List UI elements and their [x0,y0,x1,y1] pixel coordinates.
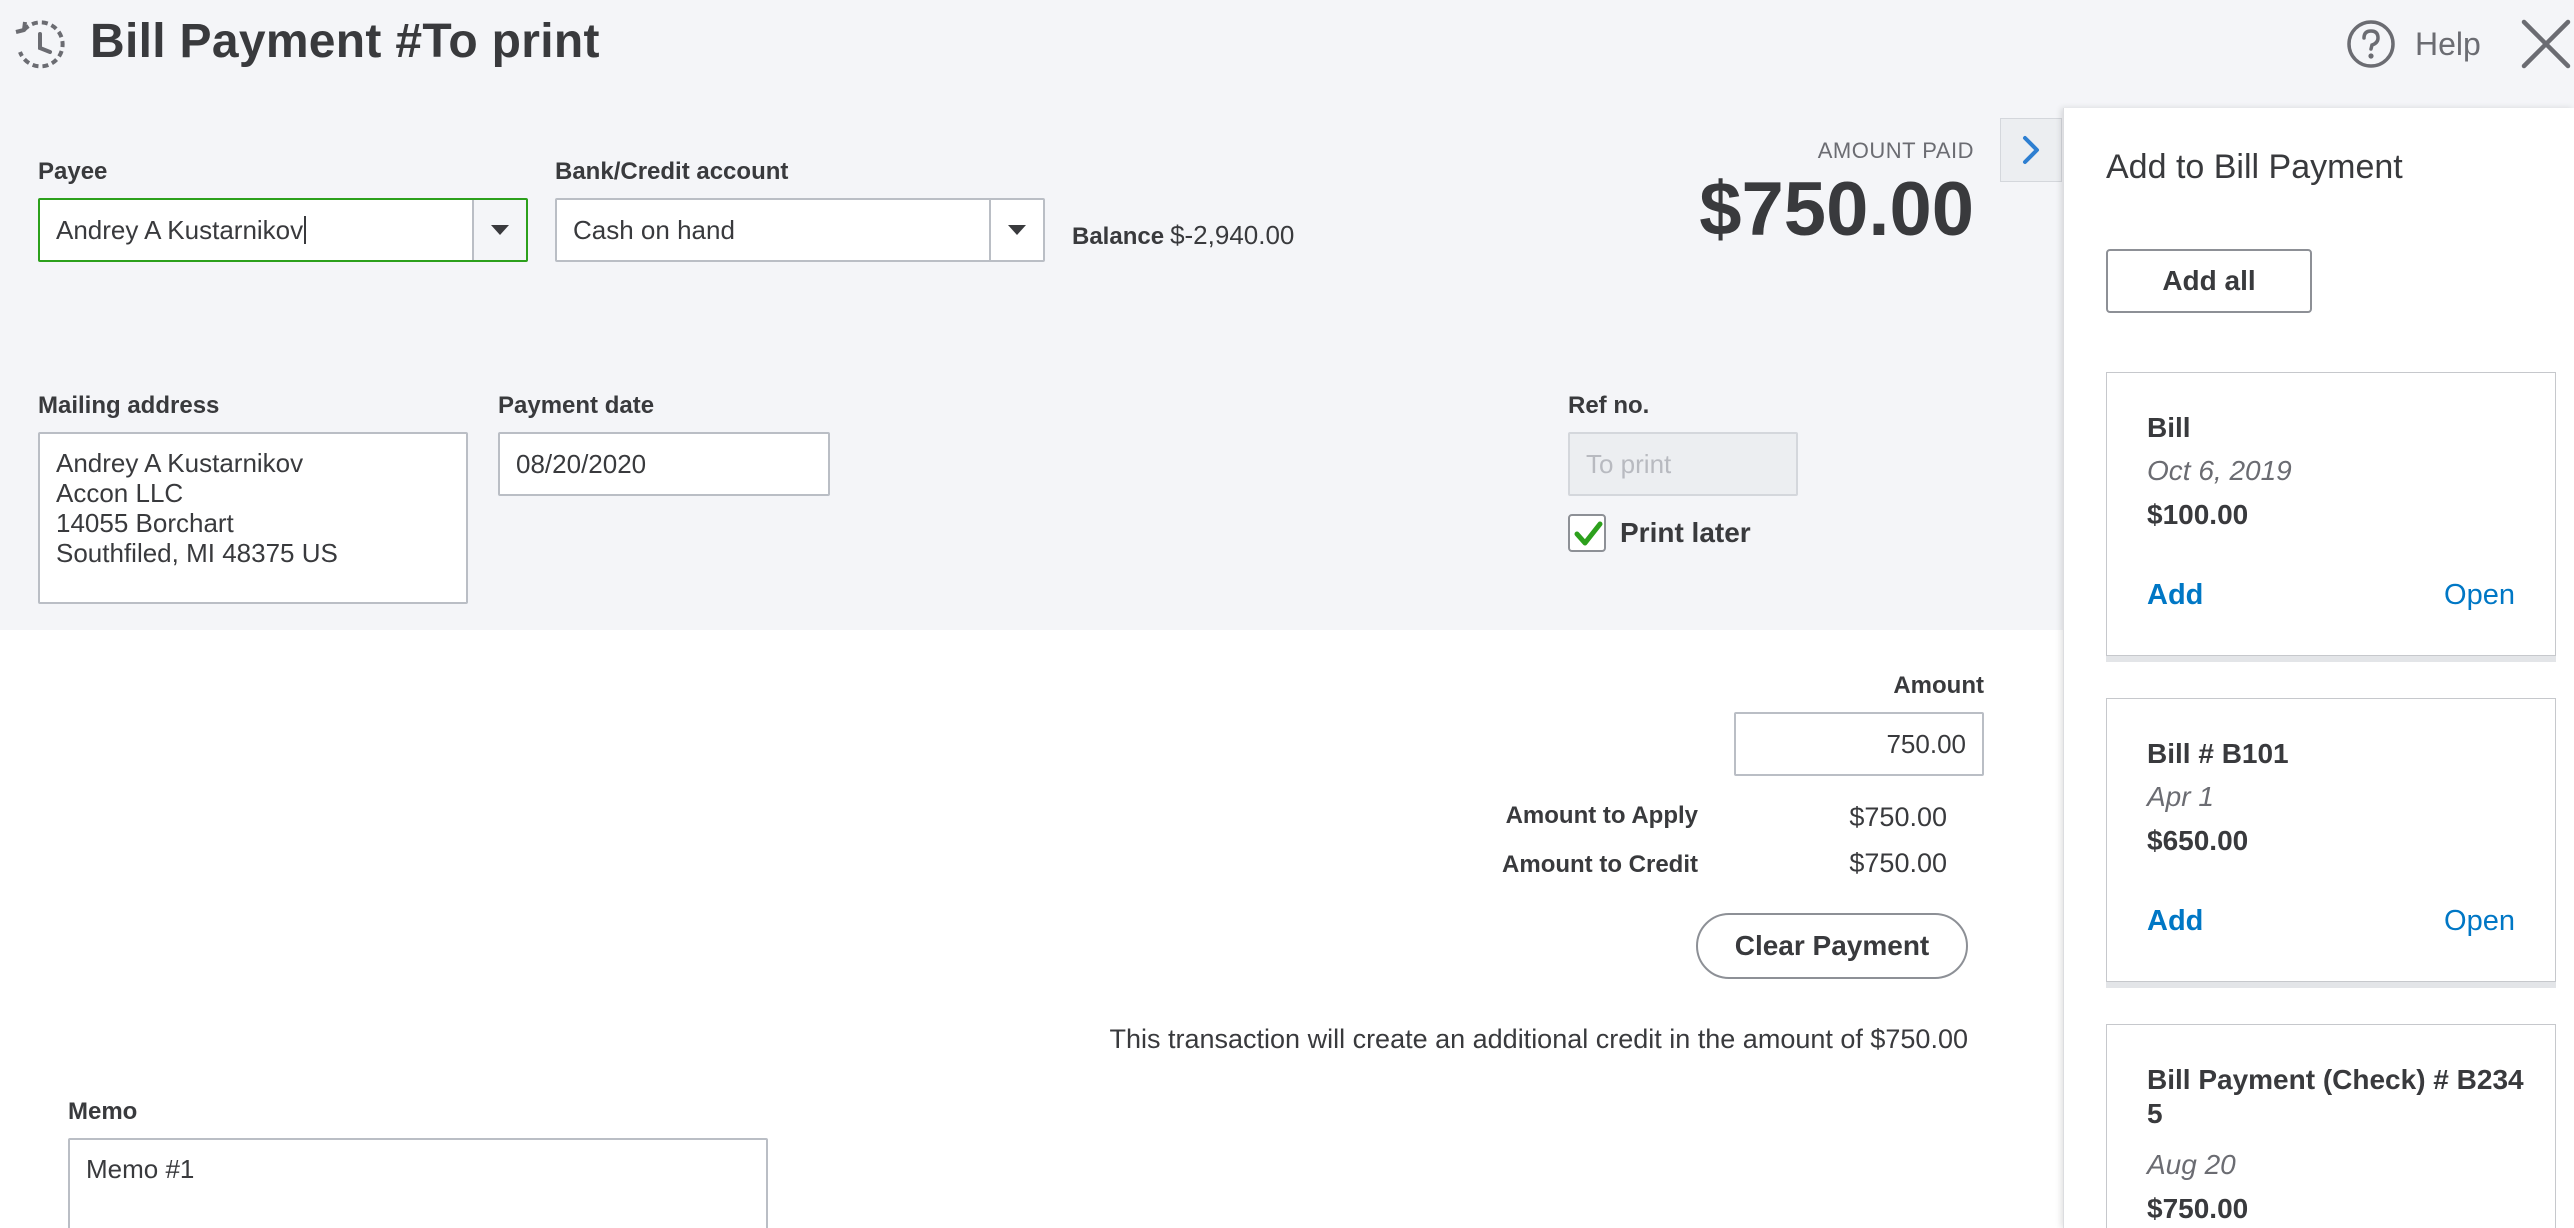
amount-to-credit-label: Amount to Credit [1502,851,1698,878]
amount-to-credit-value: $750.00 [1849,848,1947,878]
recent-transactions-icon[interactable] [12,18,68,74]
card-date: Apr 1 [2147,781,2214,812]
address-line: Accon LLC [56,478,184,508]
bill-card: Bill Oct 6, 2019 $100.00 Add Open [2106,372,2556,656]
card-open-link[interactable]: Open [2444,579,2515,612]
checkbox[interactable] [1568,514,1606,552]
bill-card: Bill # B101 Apr 1 $650.00 Add Open [2106,698,2556,982]
payment-date-input[interactable]: 08/20/2020 [498,432,830,496]
address-line: Southfiled, MI 48375 US [56,538,338,568]
balance-display: Balance $-2,940.00 [1072,220,1294,251]
card-title-line: Bill Payment (Check) # B234 [2147,1064,2524,1095]
card-open-link[interactable]: Open [2444,905,2515,938]
card-add-link[interactable]: Add [2147,579,2203,612]
collapse-drawer-button[interactable] [2000,118,2062,182]
add-to-bill-payment-drawer: Add to Bill Payment Add all Bill Oct 6, … [2063,108,2574,1228]
amount-to-apply-label: Amount to Apply [1505,802,1698,829]
ref-no-label: Ref no. [1568,392,1650,419]
balance-label: Balance [1072,223,1165,250]
additional-credit-note: This transaction will create an addition… [1109,1024,1968,1054]
help-button[interactable]: Help [2345,18,2481,70]
amount-paid-value: $750.00 [1699,167,1974,252]
amount-to-apply-value: $750.00 [1849,802,1947,832]
drawer-title: Add to Bill Payment [2106,148,2403,186]
memo-field[interactable]: Memo #1 [68,1138,768,1228]
bill-payment-card: Bill Payment (Check) # B234 5 Aug 20 $75… [2106,1024,2556,1228]
print-later-checkbox[interactable]: Print later [1568,514,1751,552]
mailing-address-label: Mailing address [38,392,220,419]
add-all-button[interactable]: Add all [2106,249,2312,313]
bank-account-value[interactable]: Cash on hand [573,200,735,260]
amount-paid-label: AMOUNT PAID [1817,138,1974,163]
memo-value: Memo #1 [86,1154,195,1184]
bank-account-label: Bank/Credit account [555,158,789,185]
card-date: Aug 20 [2147,1149,2236,1180]
payee-label: Payee [38,158,108,185]
payee-dropdown-toggle[interactable] [472,200,526,260]
chevron-down-icon [491,225,509,235]
card-title-line: 5 [2147,1098,2163,1129]
bank-account-dropdown-toggle[interactable] [989,200,1043,260]
card-title: Bill [2147,412,2191,443]
checkmark-icon [1574,521,1603,546]
payee-value[interactable]: Andrey A Kustarnikov [56,200,307,260]
card-amount: $100.00 [2147,499,2249,530]
clear-payment-button[interactable]: Clear Payment [1696,913,1968,979]
card-amount: $650.00 [2147,825,2249,856]
address-line: Andrey A Kustarnikov [56,448,304,478]
chevron-down-icon [1008,225,1026,235]
ref-no-input: To print [1568,432,1798,496]
card-date: Oct 6, 2019 [2147,455,2292,486]
balance-value: $-2,940.00 [1170,220,1295,250]
payment-date-label: Payment date [498,392,655,419]
bank-account-combobox[interactable]: Cash on hand [555,198,1045,262]
card-amount: $750.00 [2147,1193,2249,1224]
amount-label: Amount [1893,672,1984,699]
mailing-address-field[interactable]: Andrey A Kustarnikov Accon LLC 14055 Bor… [38,432,468,604]
close-icon[interactable] [2520,18,2572,70]
print-later-label: Print later [1620,517,1751,548]
payee-combobox[interactable]: Andrey A Kustarnikov [38,198,528,262]
chevron-right-icon [2023,136,2039,164]
help-circle-icon [2347,20,2395,68]
address-line: 14055 Borchart [56,508,234,538]
memo-label: Memo [68,1098,138,1125]
page-title: Bill Payment #To print [90,15,600,68]
card-add-link[interactable]: Add [2147,905,2203,938]
amount-input[interactable]: 750.00 [1734,712,1984,776]
card-title: Bill # B101 [2147,738,2289,769]
help-label: Help [2415,25,2481,62]
